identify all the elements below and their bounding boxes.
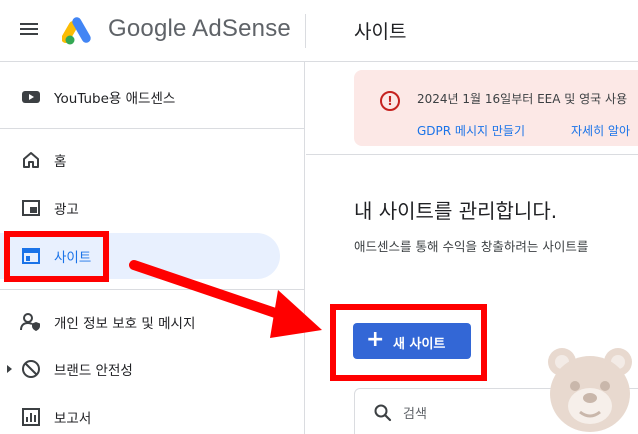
bear-mascot-icon [548, 348, 632, 432]
sidebar-item-brand-safety[interactable]: 브랜드 안전성 [0, 346, 290, 392]
content-divider [306, 154, 638, 155]
home-icon [20, 149, 42, 171]
page-heading: 내 사이트를 관리합니다. [354, 199, 558, 223]
search-icon [374, 404, 392, 422]
sidebar-divider [0, 289, 304, 290]
adsense-logo-icon [62, 17, 91, 45]
sidebar-item-label: 브랜드 안전성 [54, 363, 133, 379]
sidebar-item-label: 홈 [54, 154, 67, 170]
sidebar-item-label: 개인 정보 보호 및 메시지 [54, 316, 196, 332]
youtube-icon [20, 86, 42, 108]
privacy-icon [20, 311, 42, 333]
sidebar-item-label: 보고서 [54, 411, 92, 427]
learn-more-link[interactable]: 자세히 알아 [571, 122, 630, 139]
eea-notice-banner: ! 2024년 1월 16일부터 EEA 및 영국 사용 GDPR 메시지 만들… [354, 70, 638, 146]
sidebar-item-privacy[interactable]: 개인 정보 보호 및 메시지 [0, 299, 290, 345]
sidebar-divider [0, 128, 304, 129]
new-site-highlight-box [330, 304, 487, 381]
sidebar-item-reports[interactable]: 보고서 [0, 394, 290, 434]
sidebar-item-home[interactable]: 홈 [0, 137, 290, 183]
gdpr-message-link[interactable]: GDPR 메시지 만들기 [417, 122, 525, 139]
sidebar-item-label: 광고 [54, 202, 79, 218]
sidebar-item-ads[interactable]: 광고 [0, 185, 290, 231]
sidebar-item-youtube[interactable]: YouTube용 애드센스 [0, 74, 290, 120]
page-title: 사이트 [354, 21, 407, 43]
ads-icon [20, 197, 42, 219]
alert-icon: ! [380, 91, 400, 111]
notice-text: 2024년 1월 16일부터 EEA 및 영국 사용 [417, 92, 628, 106]
reports-icon [20, 406, 42, 428]
expand-caret-icon[interactable] [7, 365, 12, 373]
top-app-bar: Google AdSense 사이트 [0, 0, 638, 62]
sites-highlight-box [4, 231, 109, 282]
sidebar-item-label: YouTube용 애드센스 [54, 91, 176, 107]
search-placeholder: 검색 [403, 407, 427, 422]
app-logo-text: Google AdSense [108, 15, 291, 42]
header-divider [305, 14, 306, 48]
menu-icon[interactable] [18, 20, 40, 40]
page-description: 애드센스를 통해 수익을 창출하려는 사이트를 [354, 239, 589, 254]
block-icon [20, 358, 42, 380]
